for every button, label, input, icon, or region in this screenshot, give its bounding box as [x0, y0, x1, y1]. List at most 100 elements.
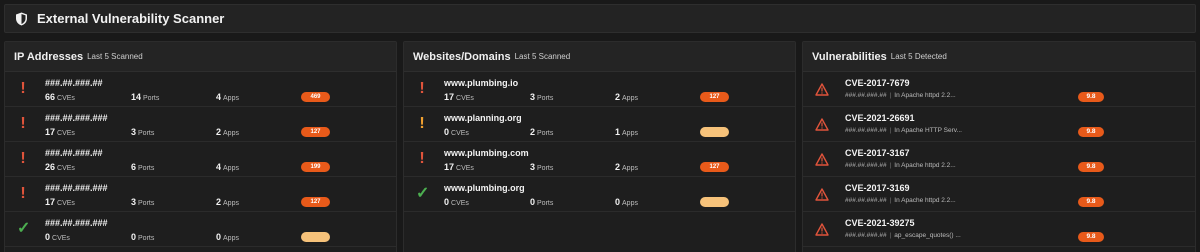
vulnerability-description: In Apache httpd 2.2...: [894, 92, 956, 99]
websites-panel: Websites/Domains Last 5 Scanned ! www.plu…: [403, 41, 796, 252]
exclamation-icon: !: [20, 150, 26, 167]
app-count: 0 Apps: [615, 197, 638, 207]
list-item[interactable]: ✓ www.plumbing.org 0 CVEs 0 Ports 0 Apps: [404, 177, 795, 212]
risk-score-badge: 199: [301, 162, 330, 172]
cve-id[interactable]: CVE-2021-26691: [845, 113, 915, 123]
risk-score-badge: 127: [301, 127, 330, 137]
list-item[interactable]: ! ###.##.###.## 26 CVEs 6 Ports 4 Apps 199: [5, 142, 396, 177]
asset-name[interactable]: ###.##.###.##: [45, 148, 103, 158]
list-item[interactable]: ✓ ###.##.###.### 0 CVEs 0 Ports 0 Apps: [5, 212, 396, 247]
website-list: ! www.plumbing.io 17 CVEs 3 Ports 2 Apps 127! www…: [404, 72, 795, 212]
vulnerability-item[interactable]: CVE-2017-3167 ###.##.###.## | In Apache htt…: [803, 142, 1195, 177]
affected-host: ###.##.###.##: [845, 162, 887, 169]
vulnerability-detail: ###.##.###.## | ap_escape_quotes() ...: [845, 232, 961, 239]
app-count: 2 Apps: [216, 197, 239, 207]
asset-name[interactable]: www.plumbing.com: [444, 148, 529, 158]
port-count: 0 Ports: [131, 232, 155, 242]
cve-id[interactable]: CVE-2017-7679: [845, 78, 910, 88]
affected-host: ###.##.###.##: [845, 197, 887, 204]
port-count: 3 Ports: [131, 127, 155, 137]
app-count: 4 Apps: [216, 162, 239, 172]
exclamation-icon: !: [419, 80, 425, 97]
warning-triangle-icon: [815, 118, 829, 131]
port-count: 3 Ports: [131, 197, 155, 207]
vulnerability-detail: ###.##.###.## | In Apache httpd 2.2...: [845, 92, 956, 99]
asset-name[interactable]: www.planning.org: [444, 113, 522, 123]
cve-count: 17 CVEs: [444, 92, 474, 102]
panel-header: Vulnerabilities Last 5 Detected: [803, 42, 1195, 72]
exclamation-icon: !: [419, 150, 425, 167]
affected-host: ###.##.###.##: [845, 127, 887, 134]
risk-score-badge: [301, 232, 330, 242]
asset-name[interactable]: ###.##.###.###: [45, 113, 108, 123]
vulnerability-item[interactable]: CVE-2017-7679 ###.##.###.## | In Apache htt…: [803, 72, 1195, 107]
vulnerability-item[interactable]: CVE-2017-3169 ###.##.###.## | In Apache htt…: [803, 177, 1195, 212]
cve-count: 66 CVEs: [45, 92, 75, 102]
app-count: 4 Apps: [216, 92, 239, 102]
vulnerability-description: In Apache httpd 2.2...: [894, 162, 956, 169]
ip-list: ! ###.##.###.## 66 CVEs 14 Ports 4 Apps 469! ###.…: [5, 72, 396, 247]
exclamation-icon: !: [20, 115, 26, 132]
vulnerability-detail: ###.##.###.## | In Apache HTTP Serv...: [845, 127, 962, 134]
asset-name[interactable]: ###.##.###.##: [45, 78, 103, 88]
vulnerability-description: In Apache httpd 2.2...: [894, 197, 956, 204]
risk-score-badge: [700, 197, 729, 207]
vulnerability-item[interactable]: CVE-2021-26691 ###.##.###.## | In Apache HT…: [803, 107, 1195, 142]
panel-subtitle: Last 5 Detected: [890, 52, 947, 61]
exclamation-icon: !: [419, 115, 425, 132]
cve-count: 0 CVEs: [444, 127, 469, 137]
risk-score-badge: [700, 127, 729, 137]
list-item[interactable]: ! ###.##.###.## 66 CVEs 14 Ports 4 Apps 469: [5, 72, 396, 107]
panel-title: Websites/Domains: [413, 50, 511, 63]
cve-id[interactable]: CVE-2017-3167: [845, 148, 910, 158]
cve-count: 26 CVEs: [45, 162, 75, 172]
panel-header: IP Addresses Last 5 Scanned: [5, 42, 396, 72]
checkmark-icon: ✓: [416, 185, 430, 202]
cvss-score-badge: 9.8: [1078, 232, 1104, 242]
warning-triangle-icon: [815, 83, 829, 96]
app-count: 0 Apps: [216, 232, 239, 242]
asset-name[interactable]: www.plumbing.org: [444, 183, 525, 193]
cve-count: 17 CVEs: [444, 162, 474, 172]
asset-name[interactable]: ###.##.###.###: [45, 183, 108, 193]
port-count: 3 Ports: [530, 162, 554, 172]
panel-header: Websites/Domains Last 5 Scanned: [404, 42, 795, 72]
risk-score-badge: 127: [700, 162, 729, 172]
cvss-score-badge: 9.8: [1078, 162, 1104, 172]
asset-name[interactable]: www.plumbing.io: [444, 78, 518, 88]
cve-count: 0 CVEs: [45, 232, 70, 242]
list-item[interactable]: ! ###.##.###.### 17 CVEs 3 Ports 2 Apps 127: [5, 177, 396, 212]
ip-addresses-panel: IP Addresses Last 5 Scanned ! ###.##.###.…: [4, 41, 397, 252]
list-item[interactable]: ! www.plumbing.io 17 CVEs 3 Ports 2 Apps 127: [404, 72, 795, 107]
cve-id[interactable]: CVE-2017-3169: [845, 183, 910, 193]
risk-score-badge: 127: [700, 92, 729, 102]
vulnerability-description: In Apache HTTP Serv...: [894, 127, 962, 134]
port-count: 6 Ports: [131, 162, 155, 172]
shield-icon: [15, 12, 29, 26]
asset-name[interactable]: ###.##.###.###: [45, 218, 108, 228]
exclamation-icon: !: [20, 80, 26, 97]
panel-subtitle: Last 5 Scanned: [514, 52, 571, 61]
panel-title: IP Addresses: [14, 50, 84, 63]
cve-count: 17 CVEs: [45, 197, 75, 207]
app-count: 1 Apps: [615, 127, 638, 137]
vulnerability-detail: ###.##.###.## | In Apache httpd 2.2...: [845, 197, 956, 204]
risk-score-badge: 469: [301, 92, 330, 102]
panel-title: Vulnerabilities: [812, 50, 887, 63]
cve-id[interactable]: CVE-2021-39275: [845, 218, 915, 228]
vulnerability-item[interactable]: CVE-2021-39275 ###.##.###.## | ap_escape_qu…: [803, 212, 1195, 247]
panel-subtitle: Last 5 Scanned: [87, 52, 143, 61]
affected-host: ###.##.###.##: [845, 232, 887, 239]
cvss-score-badge: 9.8: [1078, 127, 1104, 137]
vulnerability-description: ap_escape_quotes() ...: [894, 232, 961, 239]
exclamation-icon: !: [20, 185, 26, 202]
cvss-score-badge: 9.8: [1078, 92, 1104, 102]
list-item[interactable]: ! www.planning.org 0 CVEs 2 Ports 1 Apps: [404, 107, 795, 142]
port-count: 3 Ports: [530, 92, 554, 102]
page-title: External Vulnerability Scanner: [37, 11, 225, 26]
list-item[interactable]: ! www.plumbing.com 17 CVEs 3 Ports 2 Apps 127: [404, 142, 795, 177]
warning-triangle-icon: [815, 223, 829, 236]
cve-count: 0 CVEs: [444, 197, 469, 207]
vulnerabilities-panel: Vulnerabilities Last 5 Detected CVE-2017…: [802, 41, 1196, 252]
list-item[interactable]: ! ###.##.###.### 17 CVEs 3 Ports 2 Apps 127: [5, 107, 396, 142]
